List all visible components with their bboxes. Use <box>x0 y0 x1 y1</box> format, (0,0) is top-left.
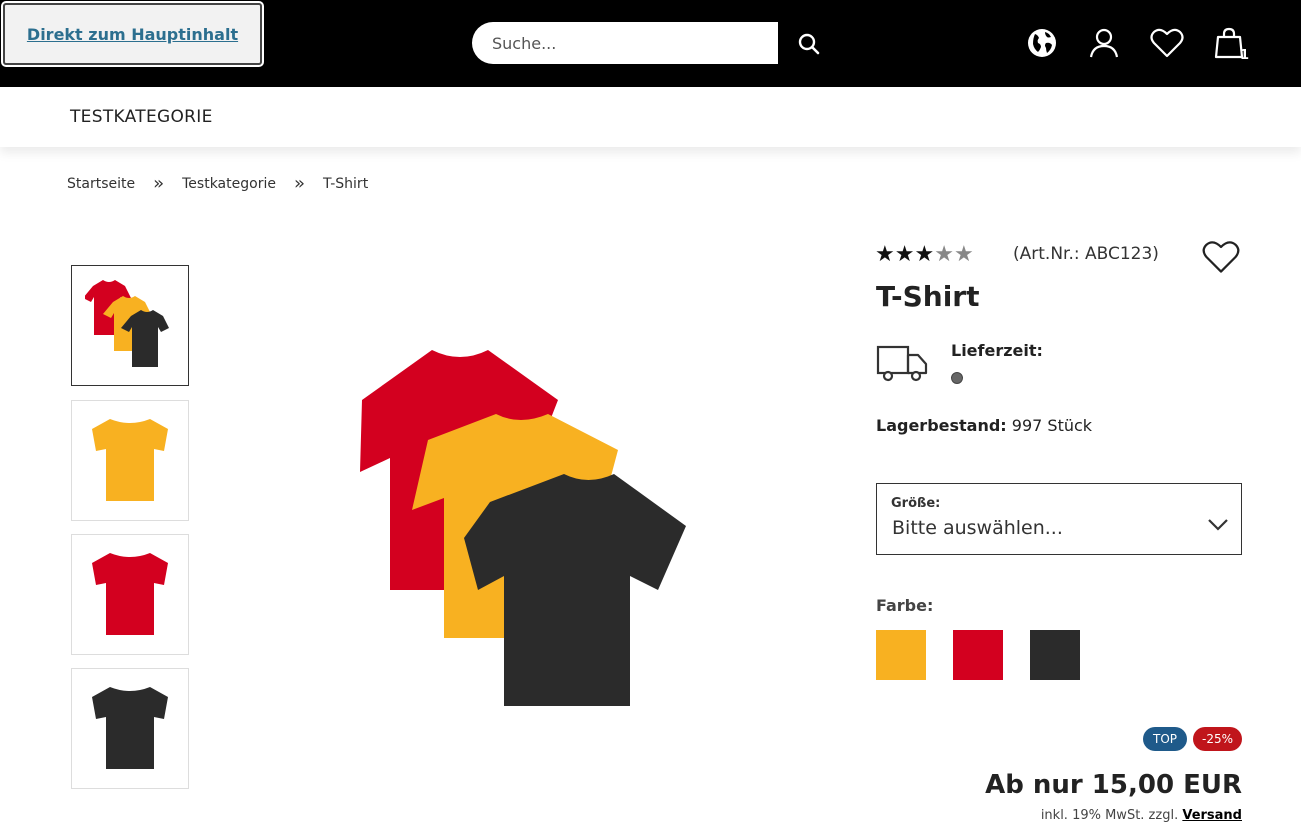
breadcrumb-separator: » <box>293 173 305 194</box>
main-product-image[interactable] <box>340 330 710 720</box>
rating-stars[interactable]: ★ ★ ★ ★ ★ <box>875 244 974 266</box>
tshirt-group-main-image <box>360 350 686 706</box>
breadcrumb-item-current[interactable]: T-Shirt <box>323 176 368 192</box>
star-empty-icon: ★ <box>934 242 954 267</box>
stock-label: Lagerbestand: <box>876 416 1007 435</box>
search-button[interactable] <box>790 26 828 62</box>
thumbnail-all-colors[interactable] <box>71 265 189 386</box>
wishlist-button[interactable] <box>1147 23 1187 63</box>
size-label: Größe: <box>891 496 941 511</box>
tshirt-black-image <box>92 686 168 769</box>
delivery-status-dot <box>951 372 963 384</box>
color-swatch-black[interactable] <box>1030 630 1080 680</box>
add-to-wishlist-button[interactable] <box>1200 238 1242 276</box>
stock-value: 997 Stück <box>1011 416 1093 435</box>
heart-icon <box>1150 28 1184 58</box>
search-input[interactable] <box>492 33 762 53</box>
product-title: T-Shirt <box>876 280 980 313</box>
star-filled-icon: ★ <box>914 242 935 267</box>
star-empty-icon: ★ <box>953 242 974 267</box>
globe-icon <box>1028 29 1056 57</box>
top-header: Direkt zum Hauptinhalt 1 <box>0 0 1301 87</box>
size-select[interactable]: Größe: Bitte auswählen... <box>876 483 1242 555</box>
color-swatch-yellow[interactable] <box>876 630 926 680</box>
search-icon <box>798 33 820 55</box>
color-swatch-red[interactable] <box>953 630 1003 680</box>
tshirt-group-image <box>85 280 169 367</box>
account-button[interactable] <box>1084 23 1124 63</box>
tshirt-yellow-image <box>92 418 168 501</box>
star-filled-icon: ★ <box>894 242 915 267</box>
user-icon <box>1089 28 1119 58</box>
delivery-truck-icon <box>876 345 928 382</box>
chevron-down-icon <box>1208 519 1228 531</box>
language-button[interactable] <box>1022 23 1062 63</box>
tax-text: inkl. 19% MwSt. zzgl. <box>1040 808 1179 823</box>
product-price: Ab nur 15,00 EUR <box>985 770 1242 800</box>
shipping-link[interactable]: Versand <box>1182 808 1242 823</box>
breadcrumb-item-home[interactable]: Startseite <box>67 176 135 192</box>
search-box <box>472 22 778 64</box>
tax-info: inkl. 19% MwSt. zzgl. Versand <box>1041 808 1242 823</box>
color-label: Farbe: <box>876 596 934 615</box>
heart-icon <box>1202 241 1240 273</box>
stock-info: Lagerbestand: 997 Stück <box>876 416 1092 435</box>
skip-link-label: Direkt zum Hauptinhalt <box>26 24 239 44</box>
category-navigation: TESTKATEGORIE <box>0 87 1301 147</box>
delivery-time-label: Lieferzeit: <box>951 341 1043 360</box>
star-filled-icon: ★ <box>875 242 895 267</box>
breadcrumb-item-category[interactable]: Testkategorie <box>182 176 276 192</box>
top-badge: TOP <box>1143 727 1187 751</box>
size-selected-value: Bitte auswählen... <box>892 517 1063 539</box>
nav-item-testkategorie[interactable]: TESTKATEGORIE <box>70 107 213 127</box>
cart-count-badge: 1 <box>1240 48 1250 63</box>
discount-badge: -25% <box>1193 727 1242 751</box>
thumbnail-red[interactable] <box>71 534 189 655</box>
thumbnail-yellow[interactable] <box>71 400 189 521</box>
breadcrumb-separator: » <box>153 173 165 194</box>
tshirt-red-image <box>92 552 168 635</box>
thumbnail-black[interactable] <box>71 668 189 789</box>
breadcrumb: Startseite » Testkategorie » T-Shirt <box>67 173 368 194</box>
skip-to-content-link[interactable]: Direkt zum Hauptinhalt <box>1 1 264 67</box>
article-number: (Art.Nr.: ABC123) <box>1013 244 1159 264</box>
